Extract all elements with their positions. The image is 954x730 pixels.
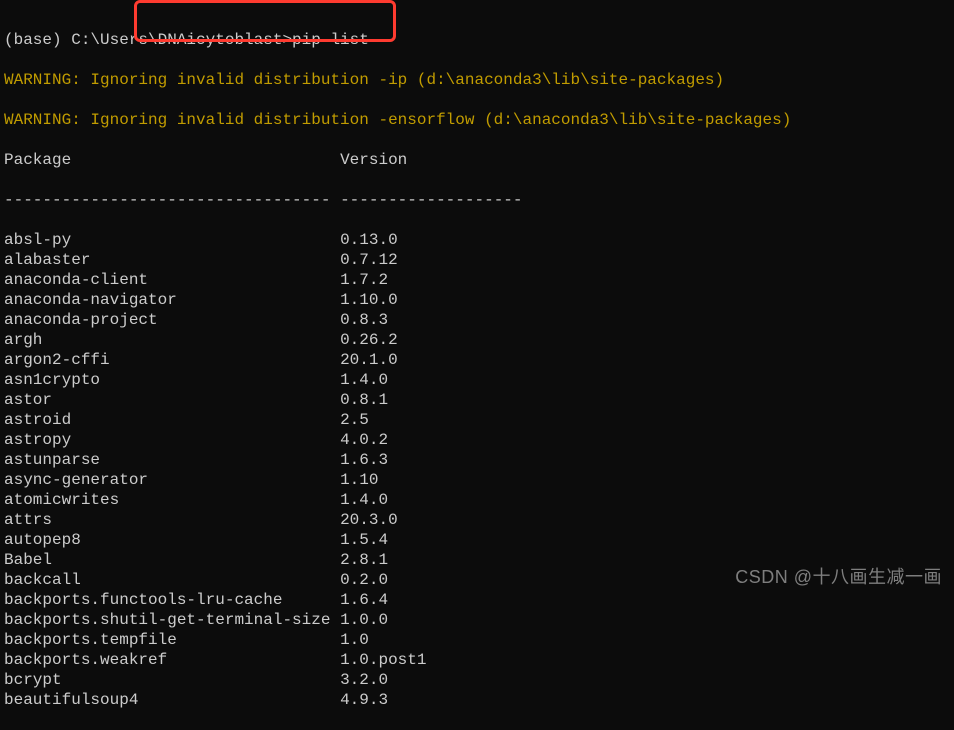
table-row: astunparse 1.6.3 (4, 450, 954, 470)
table-row: backports.shutil-get-terminal-size 1.0.0 (4, 610, 954, 630)
package-version: 0.8.1 (340, 391, 388, 409)
table-row: anaconda-client 1.7.2 (4, 270, 954, 290)
package-version: 1.6.3 (340, 451, 388, 469)
command-prompt-line: (base) C:\Users\DNAicytoblast>pip list (4, 30, 954, 50)
package-name: asn1crypto (4, 371, 340, 389)
package-name: astunparse (4, 451, 340, 469)
warning-line-1: WARNING: Ignoring invalid distribution -… (4, 70, 954, 90)
package-version: 1.5.4 (340, 531, 388, 549)
divider-version: ------------------- (340, 191, 522, 209)
package-version: 0.26.2 (340, 331, 398, 349)
package-version: 1.0 (340, 631, 369, 649)
table-row: backports.tempfile 1.0 (4, 630, 954, 650)
warning-line-2: WARNING: Ignoring invalid distribution -… (4, 110, 954, 130)
package-version: 1.4.0 (340, 491, 388, 509)
table-row: argh 0.26.2 (4, 330, 954, 350)
package-name: backports.shutil-get-terminal-size (4, 611, 340, 629)
package-name: alabaster (4, 251, 340, 269)
package-name: atomicwrites (4, 491, 340, 509)
package-version: 2.5 (340, 411, 369, 429)
package-version: 1.0.0 (340, 611, 388, 629)
package-version: 0.8.3 (340, 311, 388, 329)
table-divider: ---------------------------------- -----… (4, 190, 954, 210)
watermark-text: CSDN @十八画生减一画 (735, 567, 942, 587)
package-version: 0.13.0 (340, 231, 398, 249)
package-name: anaconda-project (4, 311, 340, 329)
table-row: atomicwrites 1.4.0 (4, 490, 954, 510)
package-name: bcrypt (4, 671, 340, 689)
package-version: 1.0.post1 (340, 651, 426, 669)
package-name: backports.tempfile (4, 631, 340, 649)
table-row: alabaster 0.7.12 (4, 250, 954, 270)
package-name: astor (4, 391, 340, 409)
table-row: backports.functools-lru-cache 1.6.4 (4, 590, 954, 610)
package-list: absl-py 0.13.0alabaster 0.7.12anaconda-c… (4, 230, 954, 710)
package-name: absl-py (4, 231, 340, 249)
package-name: backports.weakref (4, 651, 340, 669)
package-version: 3.2.0 (340, 671, 388, 689)
package-version: 1.10.0 (340, 291, 398, 309)
table-row: astor 0.8.1 (4, 390, 954, 410)
table-row: astroid 2.5 (4, 410, 954, 430)
table-header: Package Version (4, 150, 954, 170)
table-row: absl-py 0.13.0 (4, 230, 954, 250)
table-row: autopep8 1.5.4 (4, 530, 954, 550)
table-row: attrs 20.3.0 (4, 510, 954, 530)
package-version: 1.6.4 (340, 591, 388, 609)
divider-package: ---------------------------------- (4, 191, 340, 209)
table-row: backports.weakref 1.0.post1 (4, 650, 954, 670)
table-row: async-generator 1.10 (4, 470, 954, 490)
table-row: argon2-cffi 20.1.0 (4, 350, 954, 370)
terminal-output: (base) C:\Users\DNAicytoblast>pip list W… (4, 10, 954, 730)
package-version: 1.10 (340, 471, 378, 489)
package-name: backports.functools-lru-cache (4, 591, 340, 609)
package-version: 4.0.2 (340, 431, 388, 449)
col-package-header: Package (4, 151, 340, 169)
package-version: 0.7.12 (340, 251, 398, 269)
package-name: argon2-cffi (4, 351, 340, 369)
package-name: backcall (4, 571, 340, 589)
package-name: argh (4, 331, 340, 349)
table-row: astropy 4.0.2 (4, 430, 954, 450)
package-version: 20.3.0 (340, 511, 398, 529)
package-version: 2.8.1 (340, 551, 388, 569)
package-version: 1.7.2 (340, 271, 388, 289)
package-version: 0.2.0 (340, 571, 388, 589)
table-row: anaconda-navigator 1.10.0 (4, 290, 954, 310)
package-name: Babel (4, 551, 340, 569)
table-row: asn1crypto 1.4.0 (4, 370, 954, 390)
package-name: autopep8 (4, 531, 340, 549)
package-name: astroid (4, 411, 340, 429)
package-name: anaconda-navigator (4, 291, 340, 309)
col-version-header: Version (340, 151, 407, 169)
package-name: beautifulsoup4 (4, 691, 340, 709)
package-version: 4.9.3 (340, 691, 388, 709)
table-row: beautifulsoup4 4.9.3 (4, 690, 954, 710)
package-version: 1.4.0 (340, 371, 388, 389)
package-name: attrs (4, 511, 340, 529)
package-name: async-generator (4, 471, 340, 489)
package-name: astropy (4, 431, 340, 449)
table-row: anaconda-project 0.8.3 (4, 310, 954, 330)
table-row: bcrypt 3.2.0 (4, 670, 954, 690)
package-version: 20.1.0 (340, 351, 398, 369)
package-name: anaconda-client (4, 271, 340, 289)
